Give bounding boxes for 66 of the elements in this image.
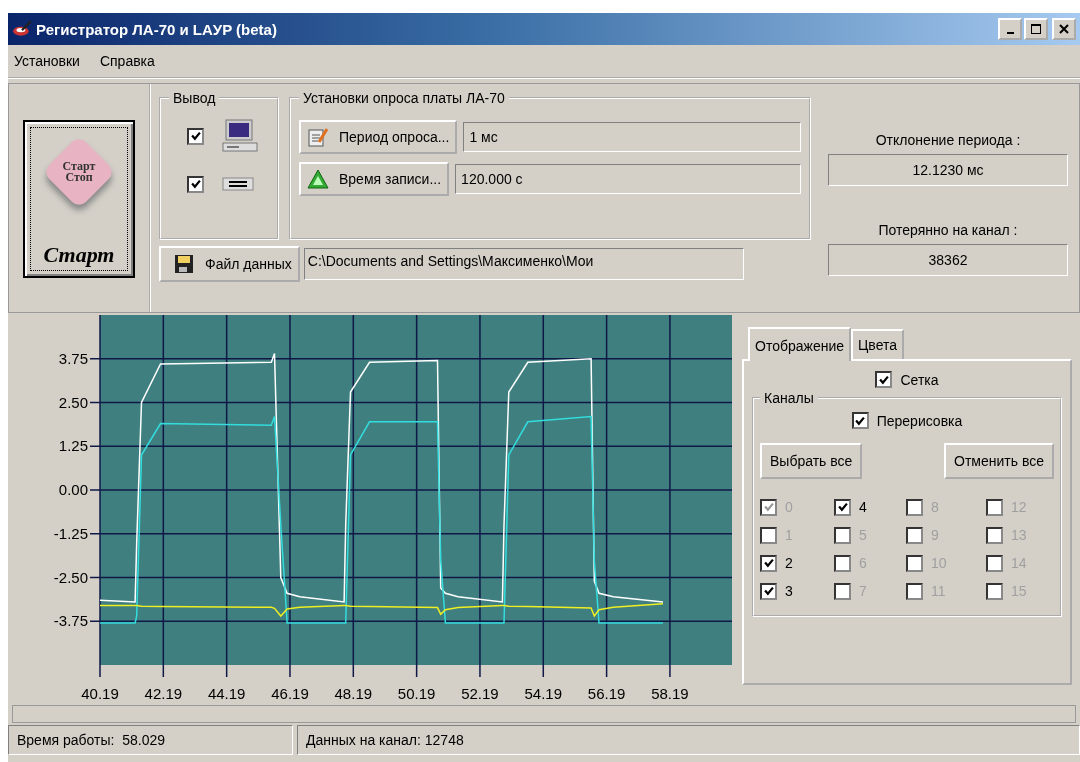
x-tick-label: 44.19 <box>207 685 246 702</box>
close-button[interactable] <box>1052 18 1076 40</box>
maximize-button[interactable] <box>1024 18 1048 40</box>
y-tick-label: -2.50 <box>53 568 88 586</box>
file-path-field: C:\Documents and Settings\Максименко\Мои <box>303 248 744 280</box>
check-icon <box>763 558 774 568</box>
data-file-button[interactable]: Файл данных <box>159 246 300 282</box>
checkbox[interactable] <box>187 175 204 193</box>
check-icon <box>190 179 201 189</box>
x-tick-label: 42.19 <box>144 685 183 702</box>
computer-icon <box>222 119 258 153</box>
minimize-icon <box>1006 32 1014 34</box>
tab[interactable]: Отображение <box>748 327 851 361</box>
channel-select-button[interactable]: Выбрать все <box>760 443 863 479</box>
x-tick-label: 48.19 <box>334 685 373 702</box>
y-tick-label: 1.25 <box>58 437 88 455</box>
value-field: 1 мс <box>463 122 801 152</box>
channel-checkbox[interactable]: 2 <box>760 549 834 577</box>
triangle-arrows-icon <box>307 168 329 190</box>
grid-checkbox[interactable]: Сетка <box>875 371 939 388</box>
x-tick-label: 40.19 <box>81 685 119 702</box>
minimize-button[interactable] <box>998 18 1022 40</box>
check-icon <box>763 586 774 596</box>
menu-item[interactable]: Справка <box>96 53 158 69</box>
status-bar-panel: Время работы: 58.029 <box>8 725 293 755</box>
channel-select-button[interactable]: Отменить все <box>944 443 1054 479</box>
y-tick-label: 3.75 <box>58 349 88 367</box>
stat-value: 12.1230 мс <box>828 154 1068 186</box>
stat-label: Отклонение периода : <box>875 132 1021 148</box>
checkbox[interactable] <box>187 127 204 145</box>
stat-label: Потерянно на канал : <box>878 222 1018 238</box>
y-tick-label: 2.50 <box>58 393 88 411</box>
x-tick-label: 50.19 <box>397 685 436 702</box>
x-tick-label: 46.19 <box>271 685 309 702</box>
stat-value: 38362 <box>828 244 1068 276</box>
x-tick-label: 58.19 <box>651 685 689 702</box>
group-title: Установки опроса платы ЛА-70 <box>302 90 506 106</box>
notepad-pencil-icon <box>307 126 329 148</box>
menu-item[interactable]: Установки <box>11 53 83 69</box>
maximize-icon <box>1031 24 1041 34</box>
x-tick-label: 52.19 <box>461 685 499 702</box>
group-title: Вывод <box>172 90 217 106</box>
start-button[interactable]: Старт Стоп Старт <box>23 120 135 278</box>
window-title: Регистратор ЛА-70 и LAУP (beta) <box>36 20 277 38</box>
y-tick-label: -1.25 <box>53 524 88 542</box>
y-tick-label: -3.75 <box>53 612 88 630</box>
app-icon <box>12 20 32 38</box>
value-field: 120.000 с <box>455 164 801 194</box>
y-tick-label: 0.00 <box>58 481 88 498</box>
check-icon <box>190 131 201 141</box>
channel-checkbox[interactable]: 4 <box>834 493 906 521</box>
status-bar-panel: Данных на канал: 12748 <box>297 725 1080 755</box>
check-icon <box>855 415 866 426</box>
x-tick-label: 56.19 <box>587 685 626 702</box>
channel-checkbox[interactable]: 3 <box>760 577 834 605</box>
tab[interactable]: Цвета <box>851 329 904 359</box>
redraw-checkbox[interactable]: Перерисовка <box>851 412 963 429</box>
check-icon <box>763 502 774 512</box>
check-icon <box>837 502 848 512</box>
settings-button[interactable]: Время записи... <box>299 162 450 196</box>
device-icon <box>222 177 254 191</box>
x-tick-label: 54.19 <box>524 685 563 702</box>
check-icon <box>878 374 889 385</box>
group-title: Каналы <box>763 390 815 406</box>
close-icon <box>1059 24 1069 34</box>
settings-button[interactable]: Период опроса... <box>299 120 458 154</box>
